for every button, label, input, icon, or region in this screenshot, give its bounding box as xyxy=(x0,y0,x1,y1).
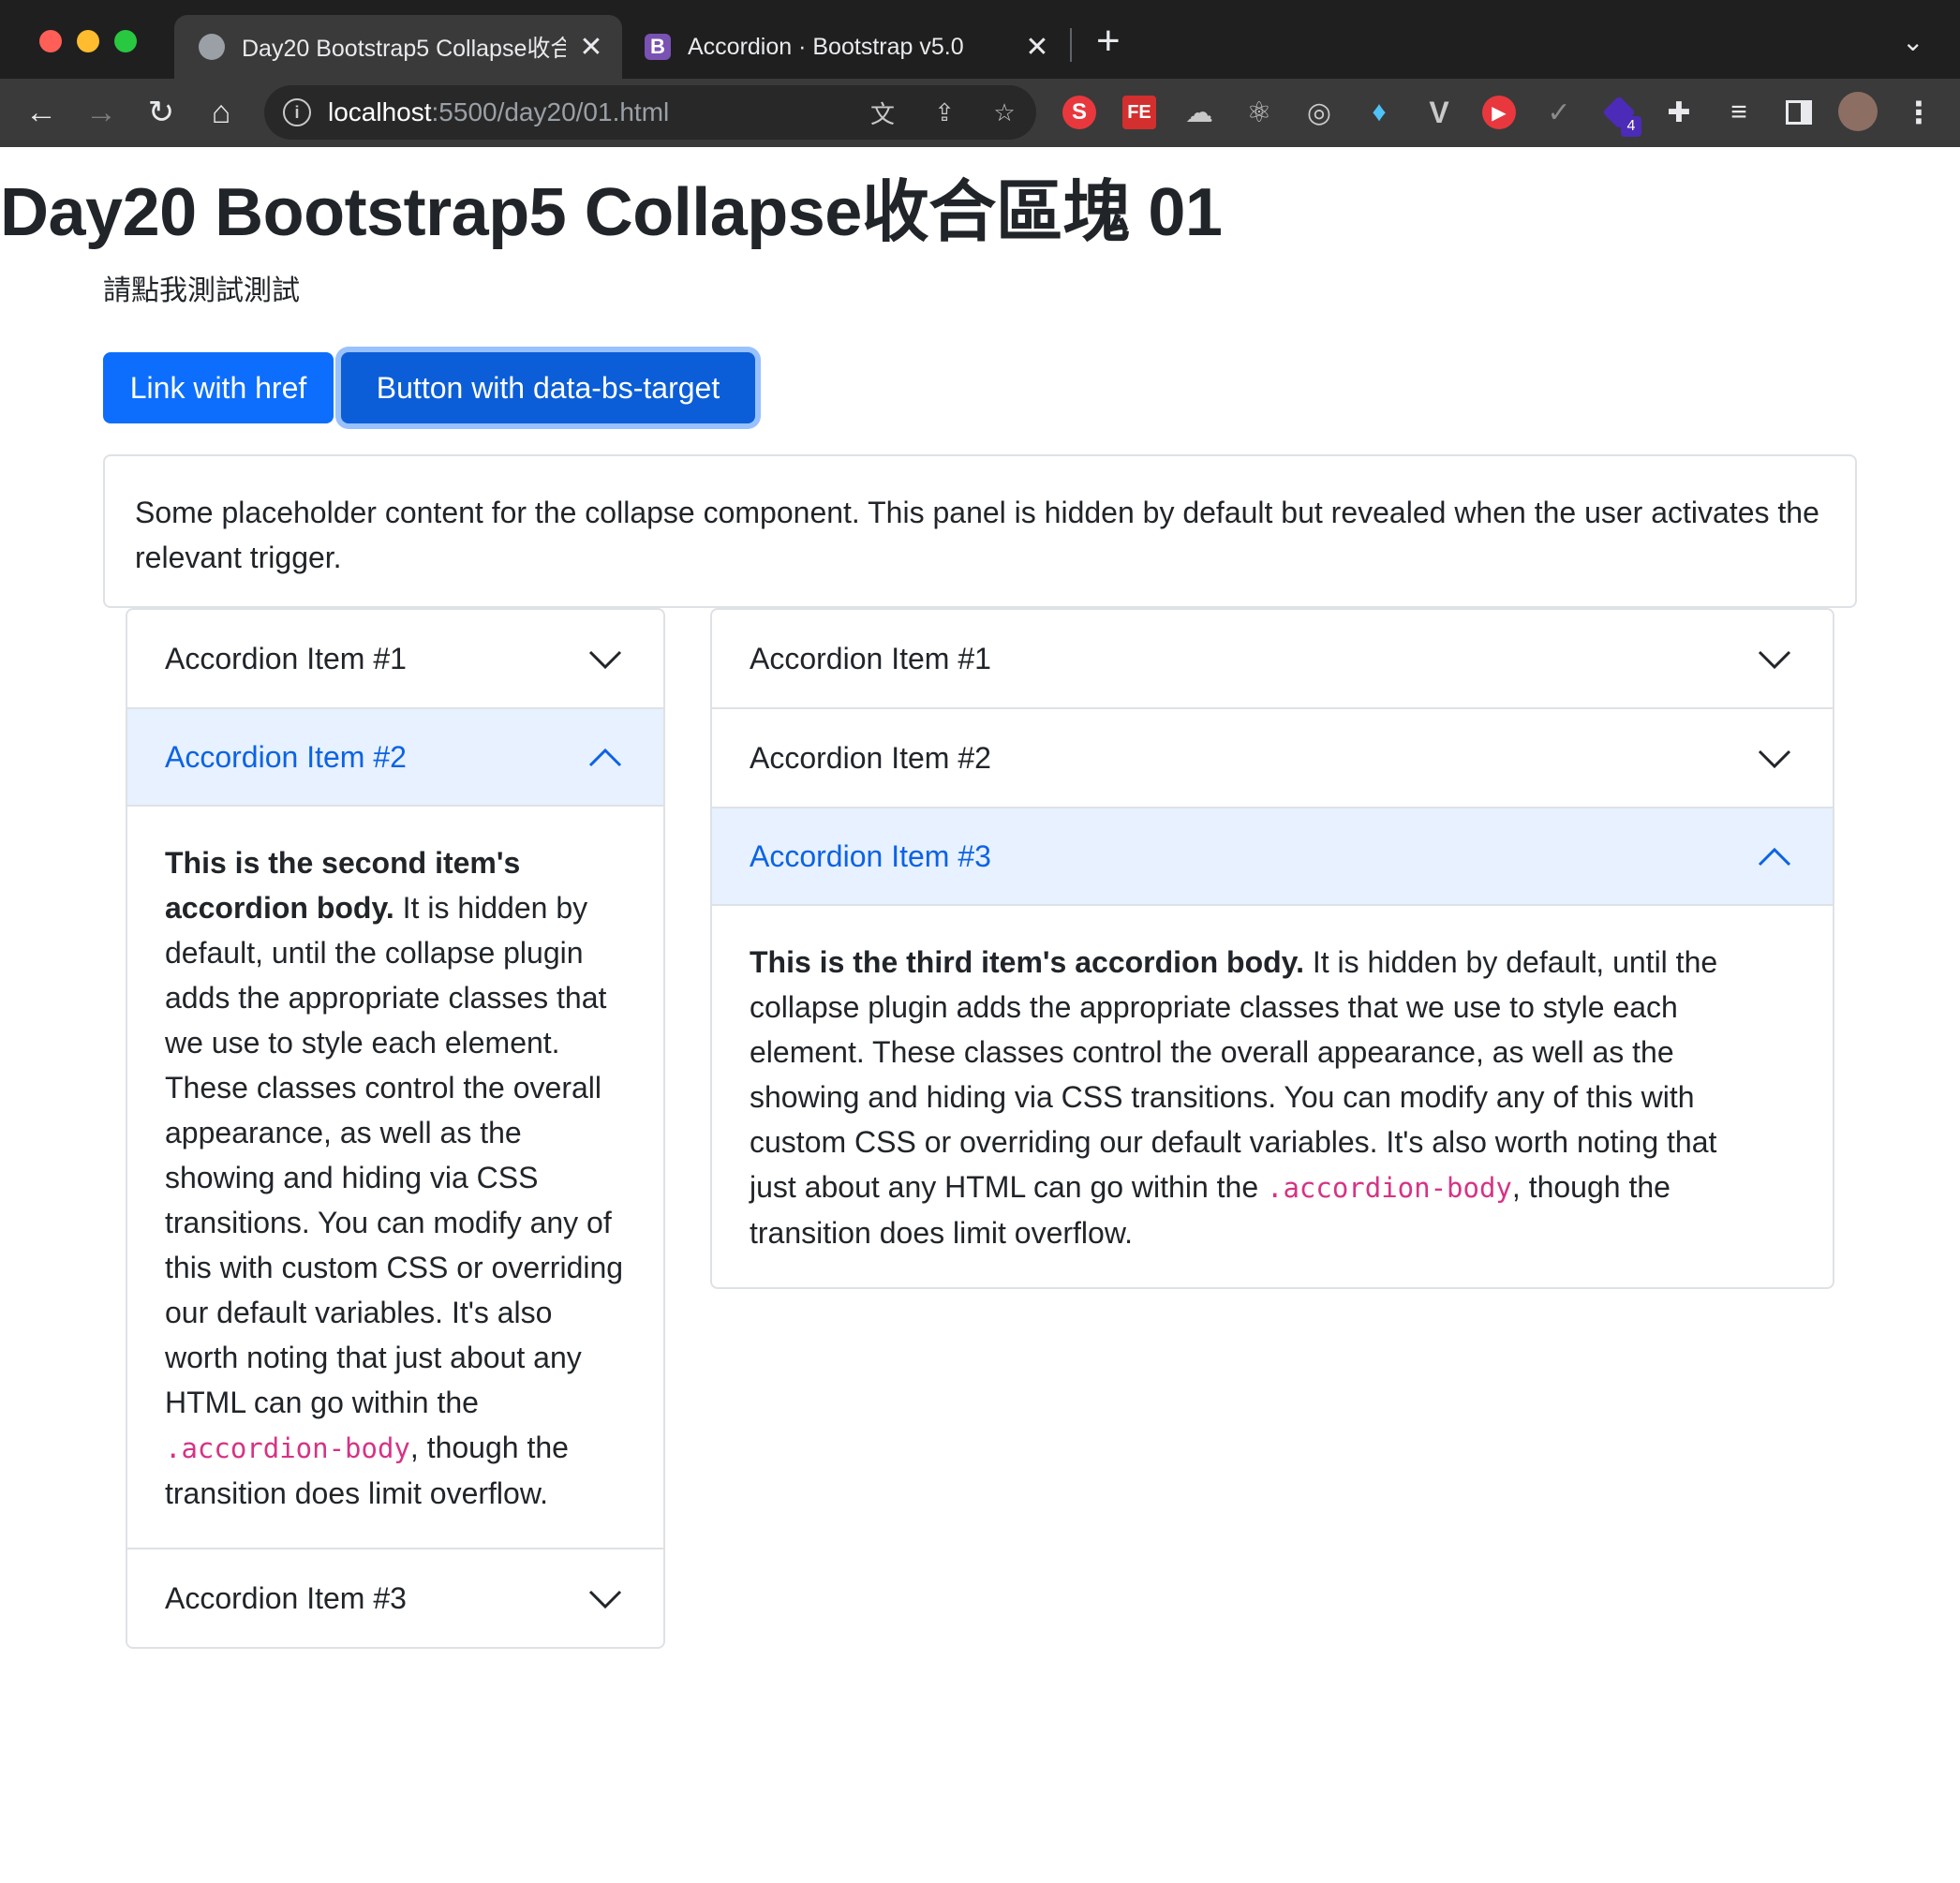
media-queue-icon[interactable]: ≡ xyxy=(1722,96,1756,129)
accordion-button-2[interactable]: Accordion Item #2 xyxy=(127,709,663,807)
accordion-body-code: .accordion-body xyxy=(1267,1172,1512,1204)
tab-title: Accordion · Bootstrap v5.0 xyxy=(688,33,964,60)
close-icon[interactable]: ✕ xyxy=(579,31,603,64)
accordion-button-3[interactable]: Accordion Item #3 xyxy=(712,808,1833,906)
back-icon[interactable]: ← xyxy=(19,90,64,135)
accordion-item: Accordion Item #2 This is the second ite… xyxy=(127,709,663,1549)
page-content: Day20 Bootstrap5 Collapse收合區塊 01 請點我測試測試… xyxy=(0,147,1960,1883)
address-bar[interactable]: i localhost:5500/day20/01.html xyxy=(264,85,1036,140)
collapse-text: Some placeholder content for the collaps… xyxy=(135,496,1819,574)
accordion-label: Accordion Item #3 xyxy=(165,1580,407,1615)
accordion-label: Accordion Item #2 xyxy=(165,739,407,774)
accordion-item: Accordion Item #3 This is the third item… xyxy=(712,808,1833,1287)
chevron-up-icon xyxy=(588,748,622,767)
link-with-href-button[interactable]: Link with href xyxy=(103,352,334,423)
accordion-item: Accordion Item #2 xyxy=(712,709,1833,808)
home-icon[interactable]: ⌂ xyxy=(199,90,244,135)
accordion-body-text: It is hidden by default, until the colla… xyxy=(165,891,624,1419)
accordion-button-2[interactable]: Accordion Item #2 xyxy=(712,709,1833,807)
new-tab-icon[interactable]: + xyxy=(1096,21,1121,62)
chevron-down-icon xyxy=(1758,650,1791,670)
minimize-window-button[interactable] xyxy=(77,30,99,52)
translate-icon[interactable]: 文 xyxy=(868,97,898,128)
accordion-body: This is the second item's accordion body… xyxy=(127,807,663,1548)
chevron-down-icon xyxy=(588,650,622,670)
close-window-button[interactable] xyxy=(39,30,62,52)
accordion-item: Accordion Item #3 xyxy=(127,1549,663,1647)
vue-devtools-icon[interactable]: V xyxy=(1422,96,1456,129)
accordion-item: Accordion Item #1 xyxy=(712,610,1833,709)
url-text: localhost:5500/day20/01.html xyxy=(328,97,669,127)
extension-fe-icon[interactable]: FE xyxy=(1122,96,1156,129)
globe-icon xyxy=(199,34,225,60)
accordion-button-1[interactable]: Accordion Item #1 xyxy=(127,610,663,707)
reload-icon[interactable]: ↻ xyxy=(139,90,184,135)
puzzle-icon[interactable]: ✚ xyxy=(1662,96,1696,129)
extension-cloud-icon[interactable]: ☁ xyxy=(1182,96,1216,129)
share-icon[interactable]: ⇪ xyxy=(929,97,959,127)
accordion-body-code: .accordion-body xyxy=(165,1432,410,1464)
bookmark-star-icon[interactable]: ☆ xyxy=(989,97,1019,127)
chevron-down-icon xyxy=(1758,749,1791,769)
site-info-icon[interactable]: i xyxy=(283,98,311,126)
tab-day20[interactable]: Day20 Bootstrap5 Collapse收合 ✕ xyxy=(174,15,622,79)
diamond-icon[interactable]: ♦ xyxy=(1362,96,1396,129)
target-icon[interactable]: ◎ xyxy=(1302,96,1336,129)
chevron-down-icon xyxy=(588,1590,622,1609)
close-icon[interactable]: ✕ xyxy=(1025,31,1049,64)
url-path: :5500/day20/01.html xyxy=(431,97,670,126)
url-host: localhost xyxy=(328,97,432,126)
accordion-label: Accordion Item #1 xyxy=(165,641,407,675)
forward-icon[interactable]: → xyxy=(79,90,124,135)
chevron-up-icon xyxy=(1758,847,1791,867)
button-with-data-bs-target[interactable]: Button with data-bs-target xyxy=(341,352,755,423)
chevron-down-icon[interactable]: ⌄ xyxy=(1902,26,1923,57)
react-devtools-icon[interactable]: ⚛ xyxy=(1242,96,1276,129)
avatar[interactable] xyxy=(1838,92,1878,131)
accordion-right: Accordion Item #1 Accordion Item #2 Acco… xyxy=(710,608,1834,1289)
bootstrap-logo-icon: B xyxy=(645,34,671,60)
zoom-window-button[interactable] xyxy=(114,30,137,52)
accordion-item: Accordion Item #1 xyxy=(127,610,663,709)
extension-count-badge: 4 xyxy=(1621,116,1641,137)
accordion-body-text: It is hidden by default, until the colla… xyxy=(750,945,1718,1204)
accordion-left: Accordion Item #1 Accordion Item #2 This… xyxy=(126,608,665,1649)
page-title: Day20 Bootstrap5 Collapse收合區塊 01 xyxy=(0,175,1223,250)
collapse-panel: Some placeholder content for the collaps… xyxy=(103,454,1857,608)
accordion-button-3[interactable]: Accordion Item #3 xyxy=(127,1549,663,1647)
accordion-label: Accordion Item #3 xyxy=(750,838,991,873)
tab-accordion-bootstrap[interactable]: B Accordion · Bootstrap v5.0 ✕ xyxy=(630,15,1068,79)
accordion-label: Accordion Item #1 xyxy=(750,641,991,675)
sidebar-icon[interactable] xyxy=(1782,96,1816,129)
tab-divider xyxy=(1070,28,1072,62)
check-icon[interactable]: ✓ xyxy=(1542,96,1576,129)
tab-title: Day20 Bootstrap5 Collapse收合 xyxy=(242,36,566,62)
tab-strip: Day20 Bootstrap5 Collapse收合 ✕ B Accordio… xyxy=(0,0,1960,79)
browser-chrome: Day20 Bootstrap5 Collapse收合 ✕ B Accordio… xyxy=(0,0,1960,147)
intro-text[interactable]: 請點我測試測試 xyxy=(103,267,300,308)
accordion-button-1[interactable]: Accordion Item #1 xyxy=(712,610,1833,707)
accordion-body: This is the third item's accordion body.… xyxy=(712,906,1833,1287)
extension-s-icon[interactable]: S xyxy=(1062,96,1096,129)
accordion-label: Accordion Item #2 xyxy=(750,740,991,775)
more-menu-icon[interactable]: ⋮ xyxy=(1902,96,1936,129)
accordion-body-bold: This is the third item's accordion body. xyxy=(750,945,1304,979)
play-icon[interactable]: ▶ xyxy=(1482,96,1516,129)
